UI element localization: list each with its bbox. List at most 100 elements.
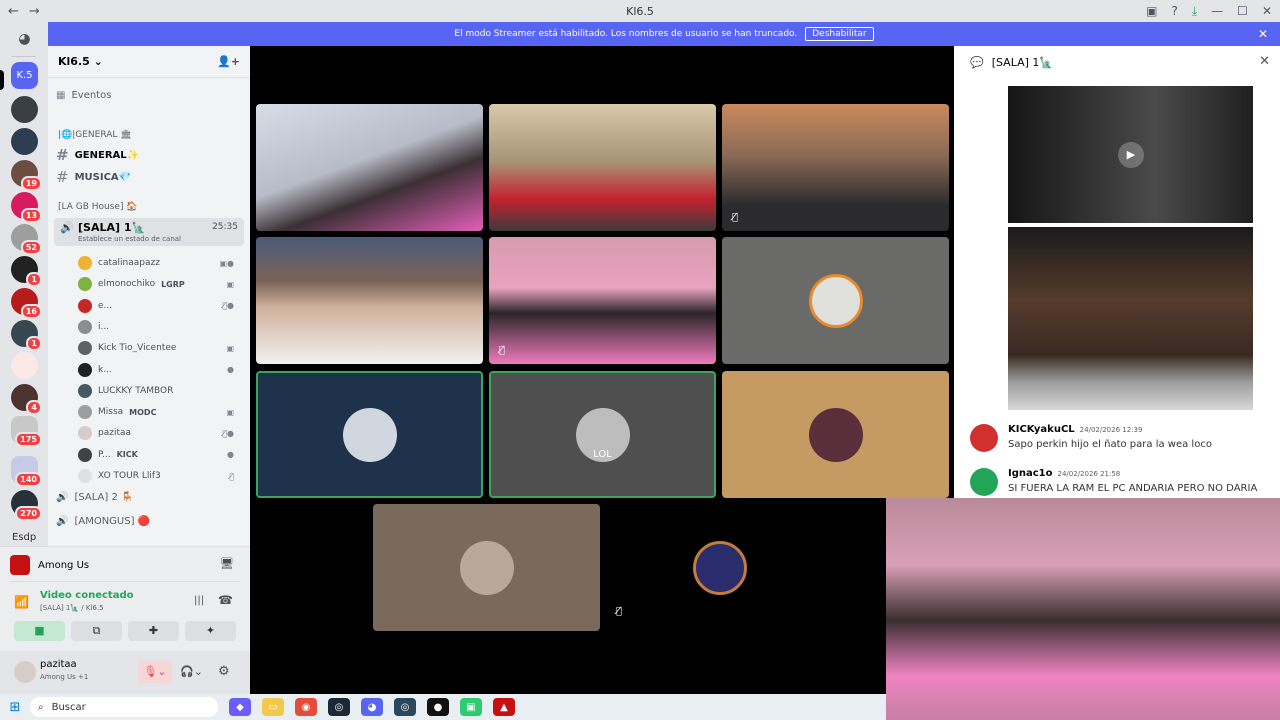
add-member-icon[interactable]: 👤+ bbox=[217, 55, 240, 68]
help-icon[interactable]: ? bbox=[1171, 4, 1177, 18]
video-stage: 🎙̸ 🎙̸ LOL 🎙̸ bbox=[250, 46, 954, 694]
camera-button[interactable]: ■ bbox=[14, 621, 65, 641]
voice-location[interactable]: [SALA] 1🗽 / Kl6.5 bbox=[40, 604, 104, 612]
server-folder-2[interactable]: 140 bbox=[11, 456, 42, 487]
server-icon-3[interactable]: 19 bbox=[11, 160, 42, 191]
image-embed[interactable] bbox=[1008, 227, 1253, 410]
server-icon-cat[interactable] bbox=[11, 96, 38, 123]
guild-header[interactable]: Kl6.5 ⌄ 👤+ bbox=[48, 46, 250, 78]
voice-user[interactable]: e... 🎙̸● bbox=[78, 297, 238, 315]
channel-general[interactable]: # GENERAL✨ bbox=[56, 146, 139, 164]
category-house[interactable]: [LA GB House] 🏠 bbox=[58, 202, 138, 212]
voice-user[interactable]: LUCKKY TAMBOR bbox=[78, 382, 238, 400]
voice-channel-sala2[interactable]: 🔊 [SALA] 2 🪑 bbox=[56, 492, 133, 503]
voice-user[interactable]: catalinaapazz ▣● bbox=[78, 254, 238, 272]
user-name[interactable]: pazitaa bbox=[40, 659, 77, 670]
avatar[interactable] bbox=[970, 424, 998, 452]
video-tile[interactable] bbox=[489, 104, 716, 231]
among-us-icon[interactable]: ▲ bbox=[493, 698, 515, 716]
download-icon[interactable]: ⤓ bbox=[1192, 4, 1197, 19]
voice-user[interactable]: i... bbox=[78, 318, 238, 336]
avatar bbox=[78, 319, 92, 334]
voice-user[interactable]: elmonochiko LGRP ▣ bbox=[78, 275, 238, 293]
noise-suppression-icon[interactable]: ||| bbox=[194, 595, 204, 606]
video-tile[interactable]: 🎙̸ bbox=[722, 104, 949, 231]
share-screen-button[interactable]: ⧉ bbox=[71, 621, 122, 641]
voice-user[interactable]: P... KICK ● bbox=[78, 446, 238, 464]
connection-icon: 📶 bbox=[14, 595, 29, 609]
discord-home-icon[interactable]: ◕ bbox=[11, 26, 38, 53]
server-icon-4[interactable]: 13 bbox=[11, 192, 42, 223]
chrome-icon[interactable]: ◉ bbox=[295, 698, 317, 716]
server-icon-11[interactable]: 270 bbox=[11, 490, 42, 521]
message-author[interactable]: Ignac1o bbox=[1008, 468, 1053, 479]
activity-row[interactable]: Among Us bbox=[10, 555, 89, 575]
server-folder-1[interactable]: 175 bbox=[11, 416, 42, 447]
disable-streamer-button[interactable]: Deshabilitar bbox=[805, 27, 874, 41]
voice-connected-status[interactable]: Video conectado bbox=[40, 590, 133, 601]
video-tile[interactable] bbox=[722, 371, 949, 498]
close-icon[interactable]: ✕ bbox=[1259, 54, 1270, 69]
avatar bbox=[459, 540, 514, 595]
taskbar-search[interactable]: ⌕ Buscar bbox=[30, 697, 218, 717]
headphones-icon[interactable]: 🎧⌄ bbox=[180, 665, 203, 678]
inbox-icon[interactable]: ▣ bbox=[1146, 4, 1157, 18]
video-tile[interactable] bbox=[256, 237, 483, 364]
video-tile[interactable] bbox=[373, 504, 600, 631]
search-icon: ⌕ bbox=[38, 701, 44, 713]
voice-user[interactable]: k... ● bbox=[78, 361, 238, 379]
avatar[interactable] bbox=[14, 661, 36, 683]
maximize-button[interactable]: ☐ bbox=[1237, 4, 1248, 18]
channel-musica[interactable]: # MUSICA💎 bbox=[56, 168, 131, 186]
server-icon-10[interactable]: 4 bbox=[11, 384, 42, 415]
discord-icon[interactable]: ◕ bbox=[361, 698, 383, 716]
video-tile[interactable]: 🎙̸ bbox=[489, 237, 716, 364]
video-tile-speaking[interactable]: LOL bbox=[489, 371, 716, 498]
hash-icon: # bbox=[56, 146, 69, 164]
voice-channel-amongus[interactable]: 🔊 [AMONGUS] 🔴 bbox=[56, 516, 150, 527]
obs-icon[interactable]: ● bbox=[427, 698, 449, 716]
server-icon-2[interactable] bbox=[11, 128, 38, 155]
minimize-button[interactable]: — bbox=[1211, 4, 1223, 18]
voice-user[interactable]: Kick Tio_Vicentee ▣ bbox=[78, 339, 238, 357]
app-icon[interactable]: ▣ bbox=[460, 698, 482, 716]
activities-button[interactable]: ✚ bbox=[128, 621, 179, 641]
server-icon-7[interactable]: 16 bbox=[11, 288, 42, 319]
avatar[interactable] bbox=[970, 468, 998, 496]
set-channel-status[interactable]: Establece un estado de canal bbox=[78, 235, 181, 243]
message-author[interactable]: KICKyakuCL bbox=[1008, 424, 1075, 435]
close-icon[interactable]: ✕ bbox=[1258, 27, 1268, 41]
soundboard-button[interactable]: ✦ bbox=[185, 621, 236, 641]
among-us-icon bbox=[10, 555, 30, 575]
video-tile[interactable]: 🎙̸ bbox=[606, 504, 833, 631]
server-icon-5[interactable]: 52 bbox=[11, 224, 42, 255]
server-icon-6[interactable]: 1 bbox=[11, 256, 42, 287]
rail-divider bbox=[12, 56, 36, 57]
screen-share-icon[interactable]: 🖥 bbox=[220, 557, 234, 570]
voice-user[interactable]: Missa MODC ▣ bbox=[78, 403, 238, 421]
video-tile[interactable] bbox=[256, 104, 483, 231]
category-general[interactable]: |🌐|GENERAL 🏛 bbox=[58, 130, 132, 140]
gear-icon[interactable]: ⚙ bbox=[218, 664, 230, 679]
close-window-button[interactable]: ✕ bbox=[1262, 4, 1272, 18]
mute-button[interactable]: 🎙⌄ bbox=[138, 661, 172, 683]
voice-channel-sala1[interactable]: 🔊 [SALA] 1🗽 25:35 Establece un estado de… bbox=[54, 218, 244, 246]
user-tag: MODC bbox=[129, 407, 157, 417]
video-tile-speaking[interactable] bbox=[256, 371, 483, 498]
steam-icon[interactable]: ◎ bbox=[328, 698, 350, 716]
steam-alt-icon[interactable]: ◎ bbox=[394, 698, 416, 716]
events-link[interactable]: ▦ Eventos bbox=[56, 90, 111, 101]
windows-start-icon[interactable]: ⊞ bbox=[0, 700, 30, 715]
video-embed[interactable]: ▶ bbox=[1008, 86, 1253, 223]
file-explorer-icon[interactable]: ▭ bbox=[262, 698, 284, 716]
voice-user[interactable]: pazitaa 🎙̸● bbox=[78, 424, 238, 442]
disconnect-icon[interactable]: ☎ bbox=[218, 593, 233, 607]
play-icon[interactable]: ▶ bbox=[1118, 142, 1144, 168]
video-tile[interactable] bbox=[722, 237, 949, 364]
server-icon-k5[interactable]: K.5 bbox=[11, 62, 38, 89]
server-icon-9[interactable] bbox=[11, 352, 38, 379]
server-icon-8[interactable]: 1 bbox=[11, 320, 42, 351]
voice-user-name: catalinaapazz bbox=[98, 258, 160, 268]
copilot-icon[interactable]: ◆ bbox=[229, 698, 251, 716]
voice-user[interactable]: XO TOUR Llif3 🎙̸ bbox=[78, 467, 238, 485]
